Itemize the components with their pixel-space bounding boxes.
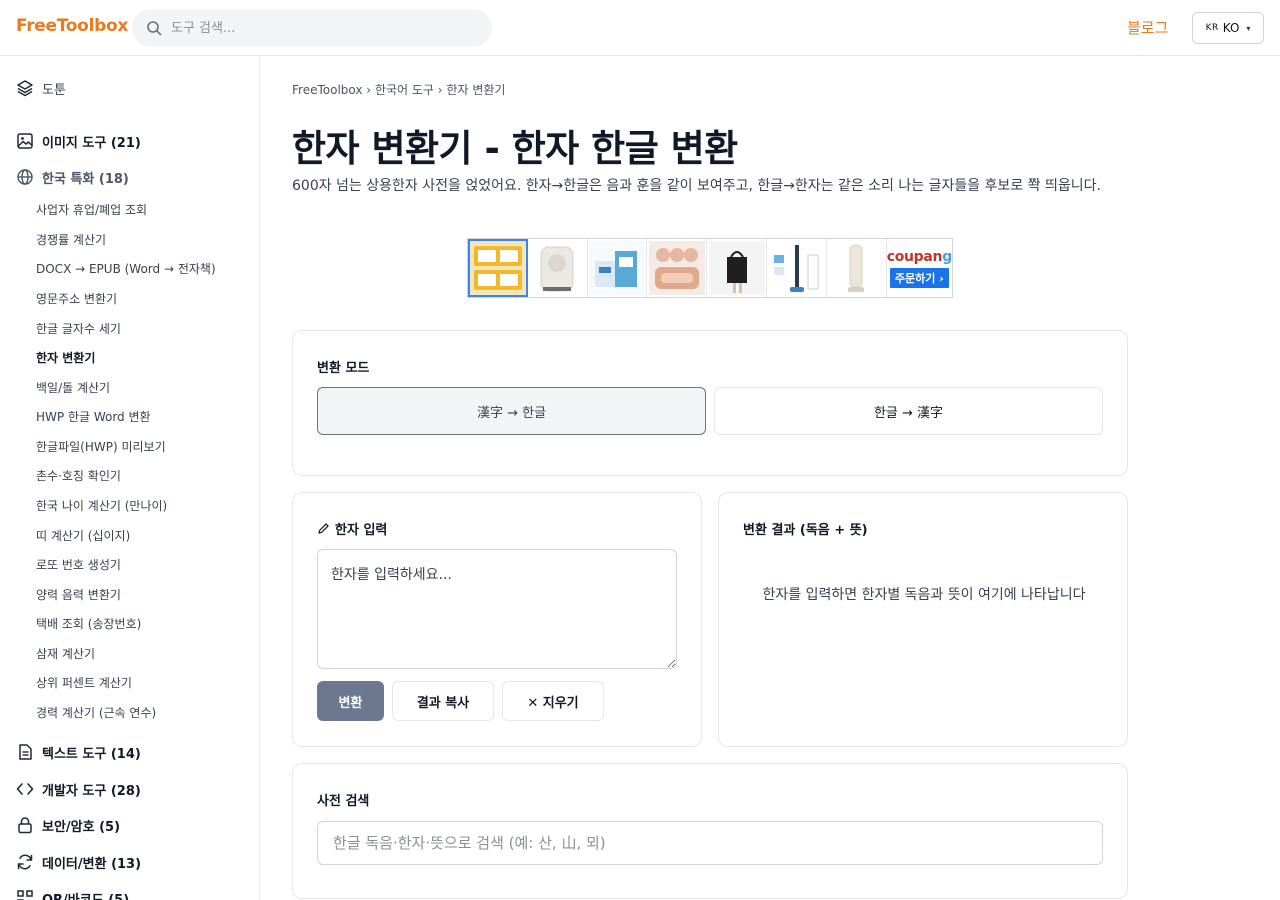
input-label: 한자 입력 [335,523,388,538]
sidebar-item-lunar[interactable]: 양력 음력 변환기 [36,586,121,603]
sidebar-item-kinship[interactable]: 촌수·호칭 확인기 [36,467,121,484]
logo[interactable]: FreeToolbox [16,16,128,36]
result-placeholder: 한자를 입력하면 한자별 독음과 뜻이 여기에 나타납니다 [762,587,1086,603]
search-input[interactable] [171,20,471,36]
sidebar-category-label: 개발자 도구 (28) [42,783,141,799]
globe-icon [17,169,33,185]
lock-icon [18,817,32,834]
sidebar-item-business-status[interactable]: 사업자 휴업/폐업 조회 [36,201,147,218]
sidebar-item-career[interactable]: 경력 계산기 (근속 연수) [36,704,156,721]
sidebar-item-label: 도툰 [42,82,66,98]
mode-hangul-to-hanja-button[interactable]: 한글 → 漢字 [714,387,1103,435]
sidebar-item-docx-epub[interactable]: DOCX → EPUB (Word → 전자책) [36,260,216,277]
ad-product-image[interactable] [588,239,648,297]
ad-product-image[interactable] [767,239,827,297]
mode-hanja-to-hangul-button[interactable]: 漢字 → 한글 [317,387,706,435]
sidebar: 도툰 이미지 도구 (21) 한국 특화 (18) 사업자 휴업/폐업 조회 경… [0,56,260,900]
sidebar-item-english-address[interactable]: 영문주소 변환기 [36,290,117,307]
sidebar-category-korean[interactable]: 한국 특화 (18) [16,166,129,188]
ad-product-image[interactable] [528,239,588,297]
refresh-icon [17,854,33,870]
order-button[interactable]: 주문하기 › [889,267,949,288]
file-text-icon [19,744,32,760]
sidebar-item-lotto[interactable]: 로또 번호 생성기 [36,556,121,573]
sidebar-item-samjae[interactable]: 삼재 계산기 [36,645,95,662]
sidebar-category-label: QR/바코드 (5) [42,892,130,900]
coupang-ad[interactable]: coupang 주문하기 › [887,239,952,297]
sidebar-item-hwp-preview[interactable]: 한글파일(HWP) 미리보기 [36,438,166,455]
mode-label: 변환 모드 [317,361,370,376]
dictionary-label: 사전 검색 [317,794,370,809]
ad-product-image[interactable] [707,239,768,297]
breadcrumb-current: 한자 변환기 [446,83,506,97]
coupang-logo: coupang [886,248,953,265]
sidebar-item-parcel[interactable]: 택배 조회 (송장번호) [36,615,141,632]
ad-banner[interactable]: coupang 주문하기 › [467,238,953,298]
sidebar-category-text[interactable]: 텍스트 도구 (14) [16,741,141,763]
flag-kr: KR [1205,23,1219,33]
ad-product-image[interactable] [827,239,887,297]
sidebar-category-qr[interactable]: QR/바코드 (5) [16,887,129,900]
blog-link[interactable]: 블로그 [1127,17,1168,38]
sidebar-item-hanja-converter[interactable]: 한자 변환기 [36,349,95,366]
search-bar[interactable] [132,9,492,47]
qr-code-icon [17,890,33,900]
top-header: FreeToolbox 블로그 KR KO ▾ [0,0,1280,56]
dictionary-search-input[interactable] [317,821,1103,865]
page-title: 한자 변환기 - 한자 한글 변환 [292,127,738,170]
language-code: KO [1222,21,1240,35]
sidebar-item-baby-day[interactable]: 백일/돌 계산기 [36,379,110,396]
sidebar-category-image[interactable]: 이미지 도구 (21) [16,130,141,152]
mode-card: 변환 모드 漢字 → 한글 한글 → 漢字 [292,330,1128,476]
sidebar-item-zodiac[interactable]: 띠 계산기 (십이지) [36,527,130,544]
sidebar-category-label: 이미지 도구 (21) [42,135,141,151]
convert-button[interactable]: 변환 [317,681,384,721]
clear-button[interactable]: ✕ 지우기 [502,681,604,721]
sidebar-item-percentile[interactable]: 상위 퍼센트 계산기 [36,674,132,691]
dictionary-card: 사전 검색 [292,763,1128,899]
image-icon [17,133,33,149]
result-label: 변환 결과 (독음 + 뜻) [743,523,868,538]
sidebar-category-label: 한국 특화 (18) [42,171,129,187]
breadcrumb-separator: › [437,83,443,97]
sidebar-item-competition-rate[interactable]: 경쟁률 계산기 [36,231,106,248]
copy-result-button[interactable]: 결과 복사 [392,681,494,721]
sidebar-item-char-count[interactable]: 한글 글자수 세기 [36,320,121,337]
sidebar-category-label: 텍스트 도구 (14) [42,746,141,762]
breadcrumb: FreeToolbox › 한국어 도구 › 한자 변환기 [292,81,505,98]
code-icon [16,783,34,795]
sidebar-category-label: 보안/암호 (5) [42,819,121,835]
sidebar-category-dev[interactable]: 개발자 도구 (28) [16,778,141,800]
layers-icon [17,80,33,97]
sidebar-category-security[interactable]: 보안/암호 (5) [16,814,120,836]
language-selector[interactable]: KR KO ▾ [1192,12,1264,44]
breadcrumb-separator: › [366,83,372,97]
sidebar-item-korean-age[interactable]: 한국 나이 계산기 (만나이) [36,497,167,514]
pencil-icon [318,523,329,534]
sidebar-item-top[interactable]: 도툰 [16,77,66,99]
breadcrumb-category[interactable]: 한국어 도구 [375,83,434,97]
ad-product-image[interactable] [468,239,528,297]
page-description: 600자 넘는 상용한자 사전을 얹었어요. 한자→한글은 음과 훈을 같이 보… [292,178,1101,194]
search-icon [147,21,162,36]
ad-product-image[interactable] [647,239,708,297]
result-card: 변환 결과 (독음 + 뜻) 한자를 입력하면 한자별 독음과 뜻이 여기에 나… [718,492,1128,747]
sidebar-category-data[interactable]: 데이터/변환 (13) [16,851,141,873]
hanja-input[interactable] [317,549,677,669]
input-card: 한자 입력 변환 결과 복사 ✕ 지우기 [292,492,702,747]
chevron-down-icon: ▾ [1246,23,1251,33]
sidebar-category-label: 데이터/변환 (13) [42,856,142,872]
input-label-row: 한자 입력 [317,519,387,538]
breadcrumb-root[interactable]: FreeToolbox [292,83,362,97]
sidebar-item-hwp-word[interactable]: HWP 한글 Word 변환 [36,408,151,425]
